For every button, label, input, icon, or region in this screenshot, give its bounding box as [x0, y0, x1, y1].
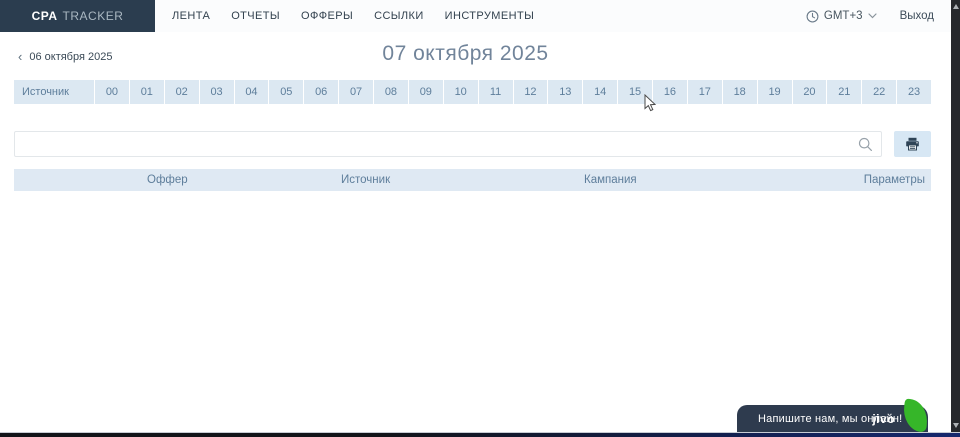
top-bar: CPA TRACKER ЛЕНТА ОТЧЕТЫ ОФФЕРЫ ССЫЛКИ ИНСТР… — [0, 0, 960, 32]
hour-cell: 09 — [409, 80, 444, 104]
column-header-campaign: Кампания — [570, 174, 821, 186]
logo[interactable]: CPA TRACKER — [0, 0, 155, 32]
hour-cell: 14 — [583, 80, 618, 104]
search-row — [14, 131, 931, 157]
hour-cell: 16 — [653, 80, 688, 104]
nav-item-lenta[interactable]: ЛЕНТА — [172, 10, 210, 22]
content-area: Источник 0001020304050607080910111213141… — [14, 80, 931, 191]
bottom-edge-bar — [0, 432, 960, 437]
hour-cell: 21 — [827, 80, 862, 104]
hour-cell: 01 — [130, 80, 165, 104]
nav-item-ssylki[interactable]: ССЫЛКИ — [374, 10, 424, 22]
vertical-scrollbar[interactable] — [951, 0, 960, 432]
hours-row: Источник 0001020304050607080910111213141… — [14, 80, 931, 104]
hour-cell: 03 — [200, 80, 235, 104]
search-input[interactable] — [15, 132, 881, 156]
date-section: ‹ 06 октября 2025 07 октября 2025 — [0, 34, 960, 76]
hour-cell: 17 — [688, 80, 723, 104]
print-button[interactable] — [894, 131, 931, 157]
chat-widget[interactable]: Напишите нам, мы онлайн! jivo — [737, 405, 928, 433]
printer-icon — [905, 137, 920, 151]
scroll-down-icon[interactable] — [953, 423, 959, 428]
hour-cell: 12 — [514, 80, 549, 104]
column-header-source: Источник — [327, 174, 570, 186]
hour-cell: 22 — [862, 80, 897, 104]
hour-cell: 00 — [95, 80, 130, 104]
hour-cell: 07 — [339, 80, 374, 104]
hour-cell: 08 — [374, 80, 409, 104]
nav-item-offery[interactable]: ОФФЕРЫ — [301, 10, 353, 22]
hour-cell: 23 — [897, 80, 931, 104]
chevron-down-icon — [868, 13, 877, 19]
hour-cell: 02 — [165, 80, 200, 104]
hour-cell: 05 — [269, 80, 304, 104]
scroll-up-icon[interactable] — [953, 4, 959, 9]
hour-cell: 20 — [793, 80, 828, 104]
hour-cell: 19 — [758, 80, 793, 104]
jivo-leaf-icon — [901, 398, 930, 432]
column-header-offer: Оффер — [133, 174, 327, 186]
hour-cell: 10 — [444, 80, 479, 104]
source-column-header: Источник — [14, 80, 95, 104]
hour-cell: 06 — [304, 80, 339, 104]
logo-text-light: TRACKER — [63, 9, 124, 23]
hour-cell: 13 — [548, 80, 583, 104]
column-header-params: Параметры — [821, 174, 931, 186]
timezone-label: GMT+3 — [824, 10, 863, 22]
nav-item-otchety[interactable]: ОТЧЕТЫ — [231, 10, 280, 22]
search-icon[interactable] — [858, 137, 873, 152]
hour-cell: 11 — [479, 80, 514, 104]
clock-icon — [806, 10, 819, 23]
timezone-selector[interactable]: GMT+3 — [806, 10, 877, 23]
search-box — [14, 131, 882, 157]
page-title: 07 октября 2025 — [0, 42, 931, 66]
main-nav: ЛЕНТА ОТЧЕТЫ ОФФЕРЫ ССЫЛКИ ИНСТРУМЕНТЫ — [172, 10, 806, 22]
nav-item-instrumenty[interactable]: ИНСТРУМЕНТЫ — [445, 10, 535, 22]
topbar-right: GMT+3 Выход — [806, 10, 934, 23]
logo-text-bold: CPA — [32, 9, 58, 23]
hour-cell: 15 — [618, 80, 653, 104]
logout-button[interactable]: Выход — [900, 10, 934, 22]
hour-cell: 18 — [723, 80, 758, 104]
hour-cell: 04 — [235, 80, 270, 104]
jivo-logo: jivo — [872, 412, 895, 426]
report-table-header: Оффер Источник Кампания Параметры — [14, 169, 931, 191]
